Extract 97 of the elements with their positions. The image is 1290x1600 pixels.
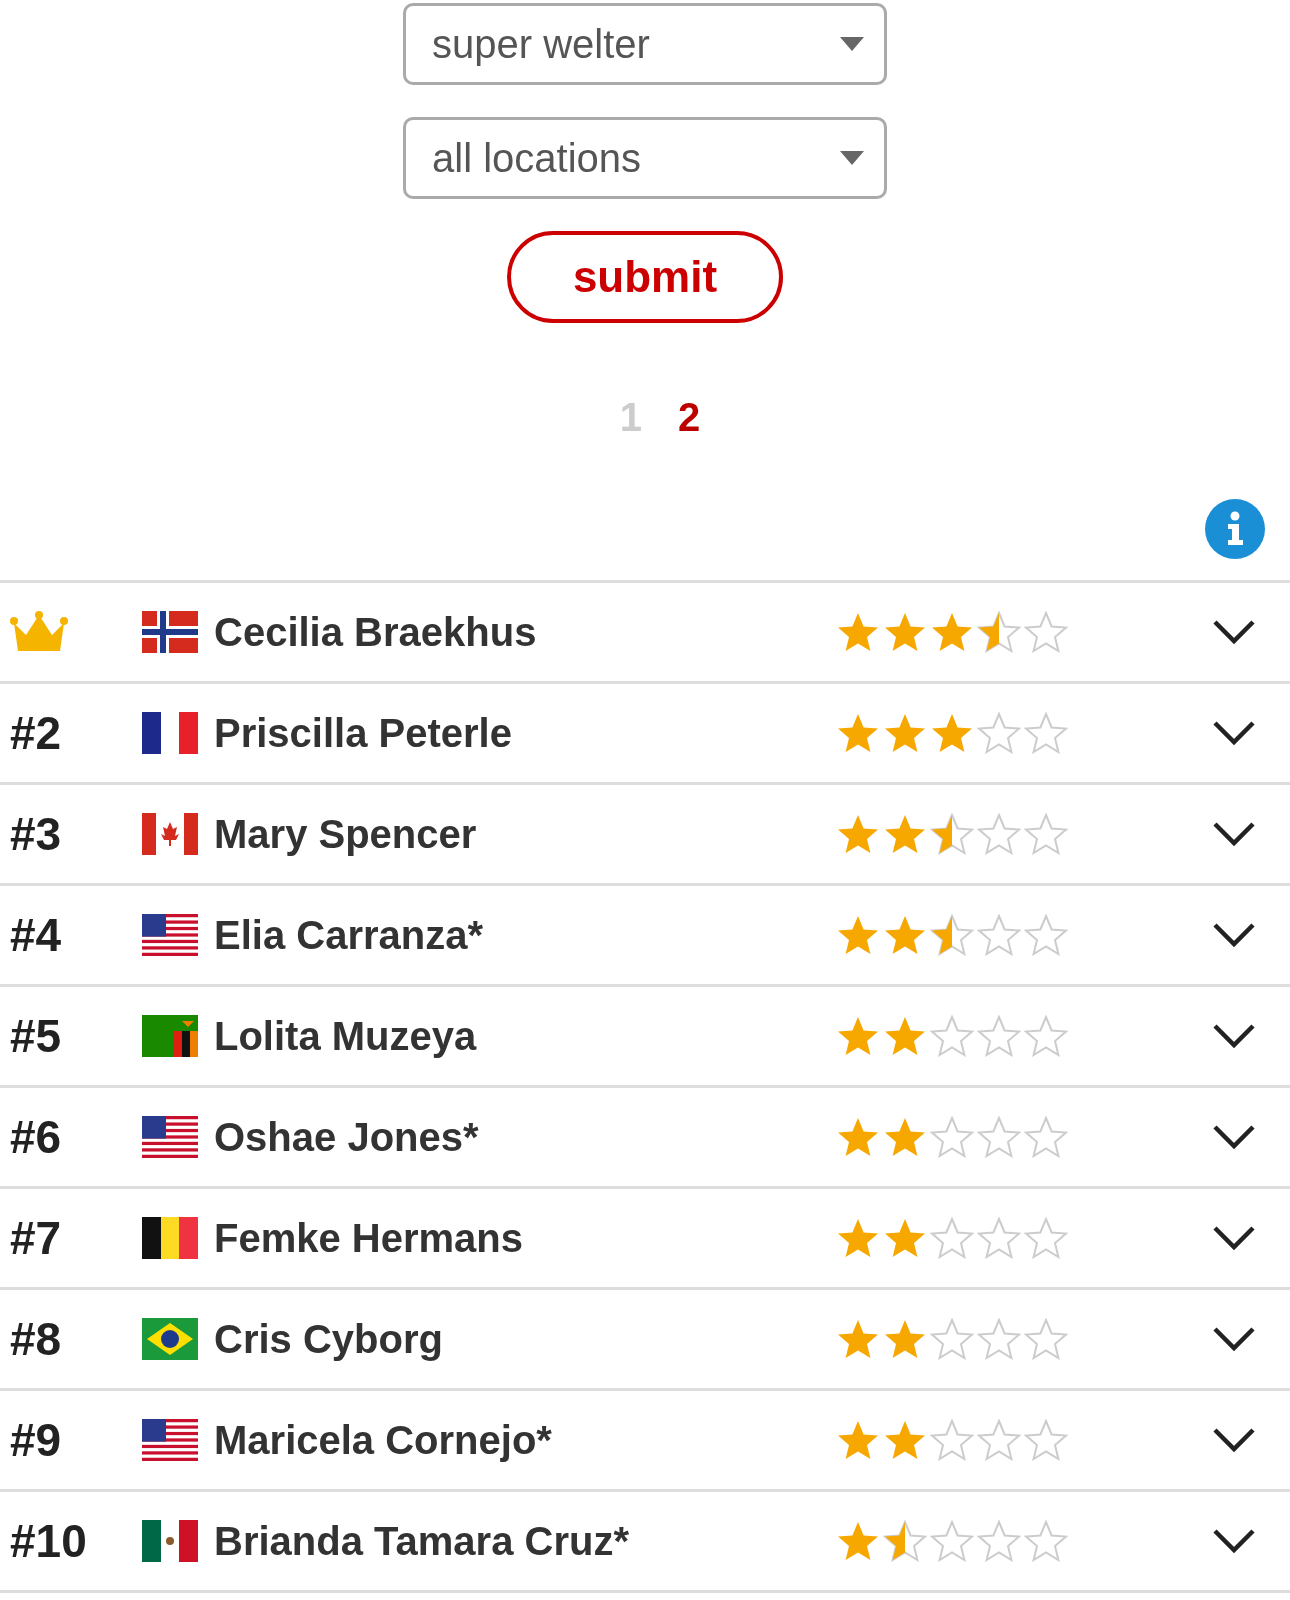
star-icon (836, 1318, 880, 1360)
star-icon (1024, 813, 1068, 855)
star-icon (836, 1116, 880, 1158)
star-icon (977, 1318, 1021, 1360)
flag-icon (142, 1419, 198, 1461)
rank-number: #6 (10, 1110, 62, 1164)
chevron-down-icon[interactable] (1212, 720, 1256, 746)
star-icon (977, 611, 1021, 653)
chevron-down-icon[interactable] (1212, 619, 1256, 645)
flag-icon (142, 813, 198, 855)
rank-number: #9 (10, 1413, 62, 1467)
star-icon (836, 712, 880, 754)
star-icon (883, 1318, 927, 1360)
star-icon (930, 1419, 974, 1461)
star-icon (836, 1217, 880, 1259)
flag-icon (142, 712, 198, 754)
chevron-down-icon[interactable] (1212, 1427, 1256, 1453)
flag-icon (142, 1015, 198, 1057)
chevron-down-icon[interactable] (1212, 821, 1256, 847)
star-icon (836, 1520, 880, 1562)
fighter-name[interactable]: Lolita Muzeya (214, 1013, 814, 1059)
chevron-down-icon[interactable] (1212, 1124, 1256, 1150)
caret-icon (840, 151, 864, 165)
star-icon (977, 1116, 1021, 1158)
fighter-name[interactable]: Femke Hermans (214, 1215, 814, 1261)
fighter-name[interactable]: Priscilla Peterle (214, 710, 814, 756)
star-icon (977, 1419, 1021, 1461)
caret-icon (840, 37, 864, 51)
chevron-down-icon[interactable] (1212, 1326, 1256, 1352)
crown-icon (10, 611, 68, 653)
fighter-name[interactable]: Mary Spencer (214, 811, 814, 857)
star-icon (930, 813, 974, 855)
star-icon (1024, 1015, 1068, 1057)
chevron-down-icon[interactable] (1212, 1225, 1256, 1251)
star-icon (836, 813, 880, 855)
star-icon (930, 1520, 974, 1562)
star-icon (1024, 1520, 1068, 1562)
chevron-down-icon[interactable] (1212, 1023, 1256, 1049)
info-icon[interactable] (1204, 498, 1266, 560)
star-icon (883, 1520, 927, 1562)
chevron-down-icon[interactable] (1212, 1528, 1256, 1554)
star-icon (1024, 1419, 1068, 1461)
flag-icon (142, 1318, 198, 1360)
rank-number: #7 (10, 1211, 62, 1265)
dropdown[interactable]: super welter (403, 3, 887, 85)
star-icon (930, 712, 974, 754)
star-icon (1024, 914, 1068, 956)
star-icon (977, 1217, 1021, 1259)
star-icon (883, 1015, 927, 1057)
star-icon (930, 1217, 974, 1259)
star-icon (1024, 1318, 1068, 1360)
rank-number: #3 (10, 807, 62, 861)
star-icon (930, 611, 974, 653)
fighter-name[interactable]: Oshae Jones* (214, 1114, 814, 1160)
fighter-name[interactable]: Maricela Cornejo* (214, 1417, 814, 1463)
star-icon (883, 914, 927, 956)
star-icon (977, 914, 1021, 956)
star-icon (836, 611, 880, 653)
rank-number: #8 (10, 1312, 62, 1366)
fighter-name[interactable]: Elia Carranza* (214, 912, 814, 958)
star-icon (930, 1015, 974, 1057)
fighter-name[interactable]: Brianda Tamara Cruz* (214, 1518, 814, 1564)
rank-number: #2 (10, 706, 62, 760)
star-icon (977, 712, 1021, 754)
star-icon (883, 1217, 927, 1259)
fighter-name[interactable]: Cecilia Braekhus (214, 609, 814, 655)
page-link[interactable]: 2 (678, 395, 701, 440)
star-icon (836, 914, 880, 956)
star-icon (1024, 611, 1068, 653)
star-icon (930, 914, 974, 956)
star-icon (1024, 712, 1068, 754)
flag-icon (142, 1116, 198, 1158)
dropdown[interactable]: all locations (403, 117, 887, 199)
flag-icon (142, 914, 198, 956)
star-icon (977, 1015, 1021, 1057)
star-icon (977, 813, 1021, 855)
flag-icon (142, 1520, 198, 1562)
flag-icon (142, 1217, 198, 1259)
star-icon (883, 712, 927, 754)
star-icon (883, 1116, 927, 1158)
star-icon (883, 611, 927, 653)
star-icon (1024, 1217, 1068, 1259)
star-icon (836, 1419, 880, 1461)
star-icon (836, 1015, 880, 1057)
fighter-name[interactable]: Cris Cyborg (214, 1316, 814, 1362)
star-icon (883, 813, 927, 855)
star-icon (930, 1318, 974, 1360)
star-icon (1024, 1116, 1068, 1158)
rank-number: #10 (10, 1514, 87, 1568)
star-icon (930, 1116, 974, 1158)
star-icon (883, 1419, 927, 1461)
star-icon (977, 1520, 1021, 1562)
rank-number: #5 (10, 1009, 62, 1063)
flag-icon (142, 611, 198, 653)
submit-button[interactable]: submit (507, 231, 783, 323)
rank-number: #4 (10, 908, 62, 962)
chevron-down-icon[interactable] (1212, 922, 1256, 948)
